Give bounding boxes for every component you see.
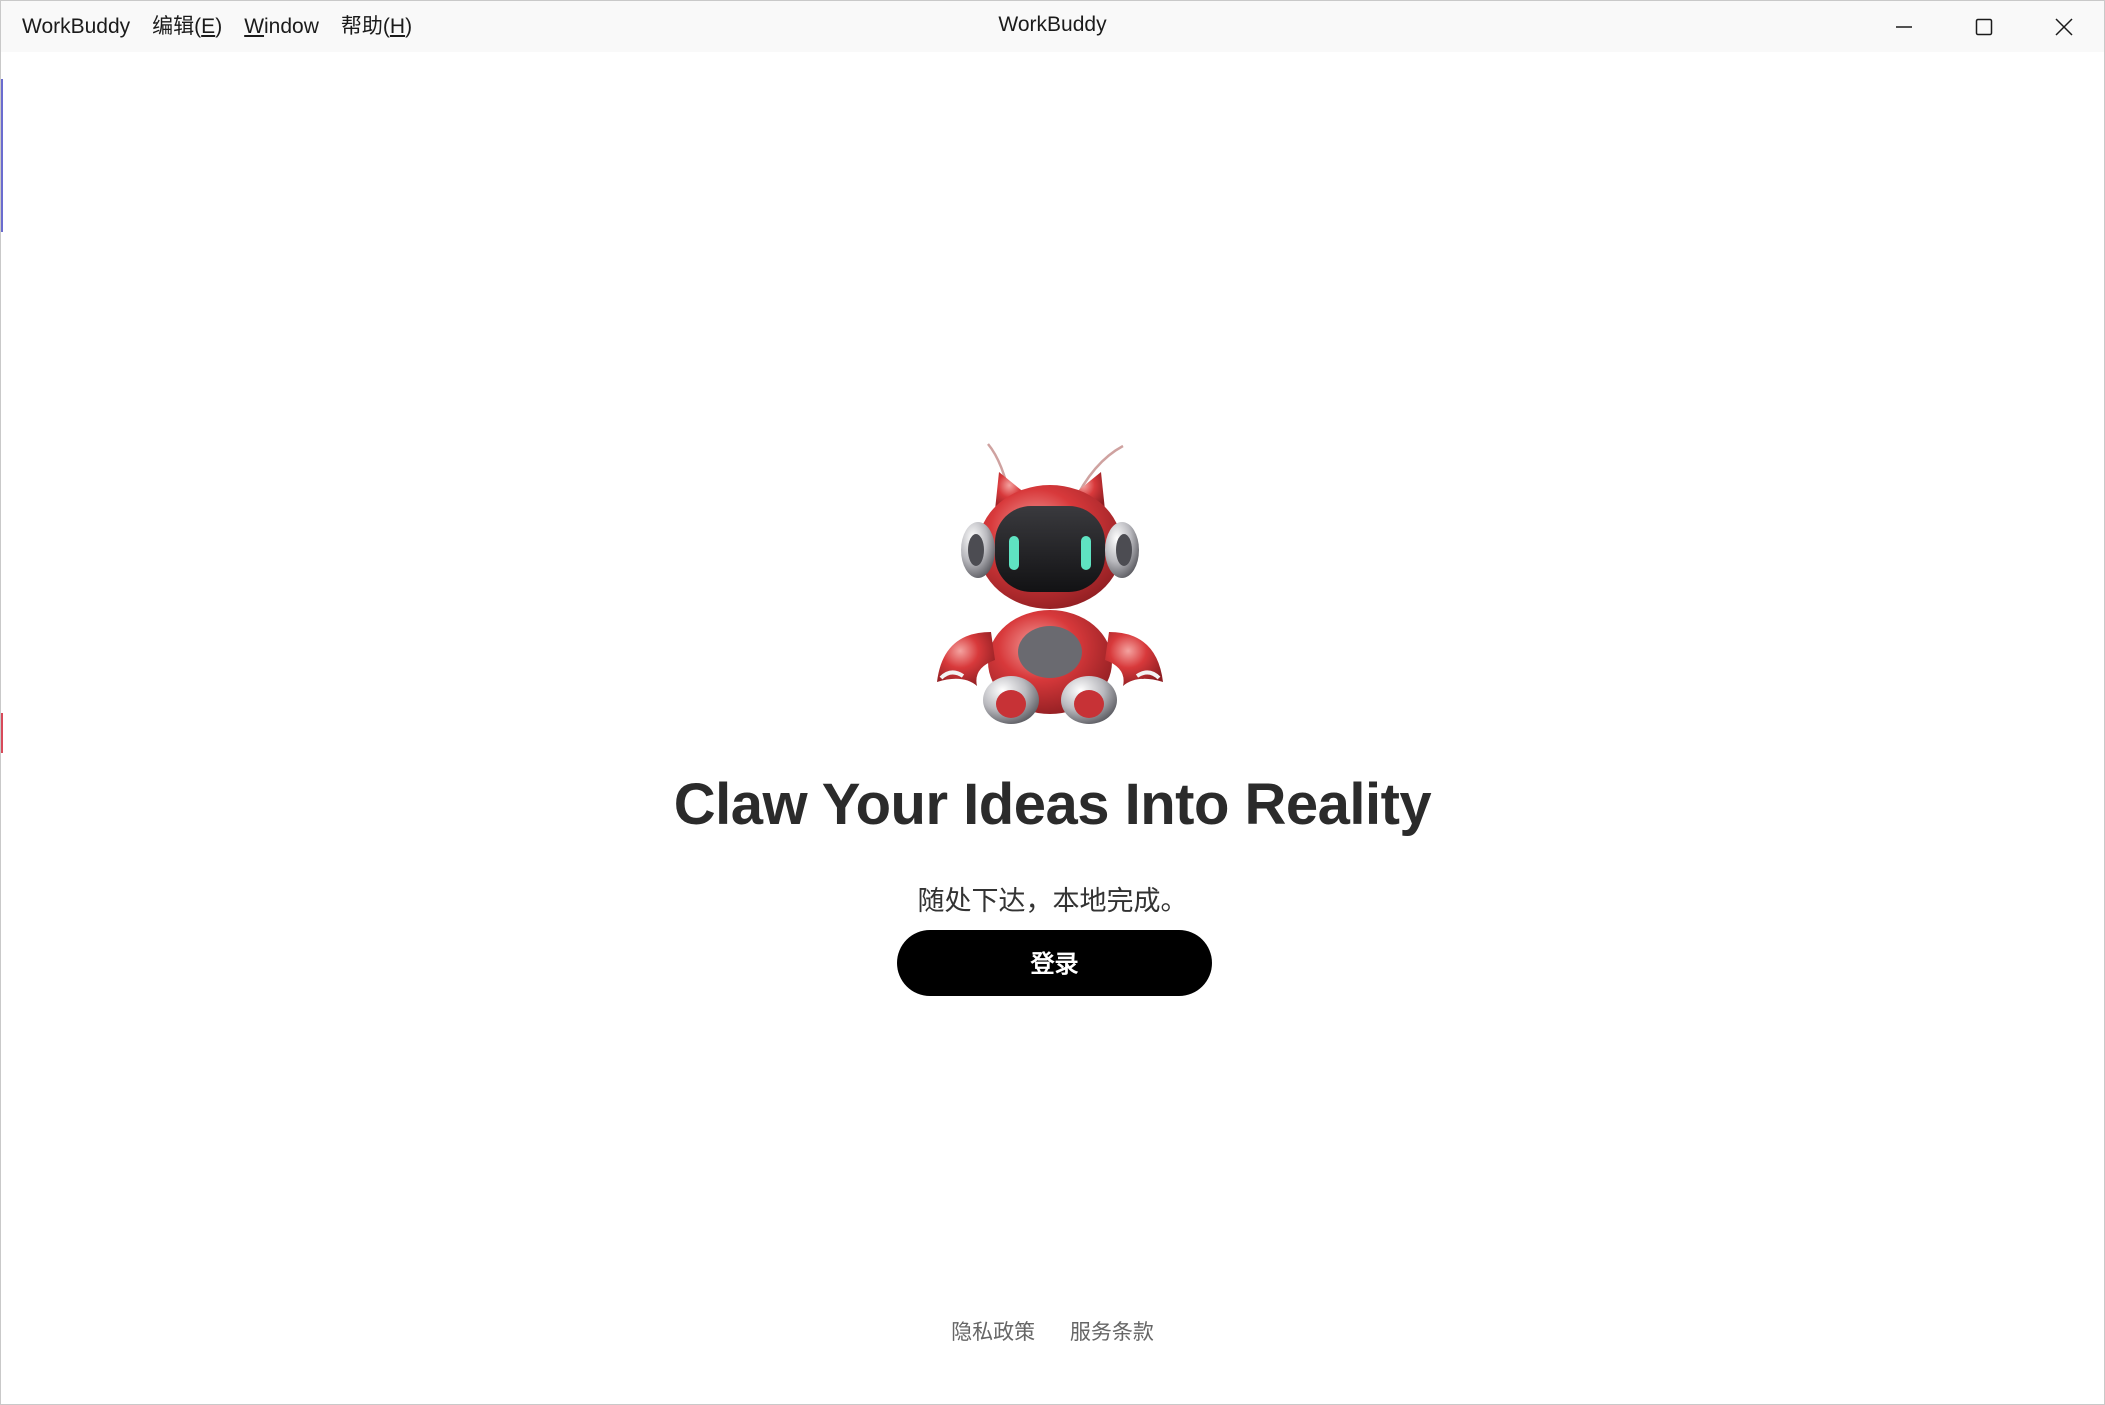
minimize-icon (1896, 25, 1912, 28)
menu-item-mnemonic: H (389, 15, 406, 38)
privacy-policy-link[interactable]: 隐私政策 (951, 1320, 1035, 1344)
menu-item-suffix: indow (264, 15, 319, 38)
menu-item-suffix: ) (405, 15, 413, 38)
menu-item-label: 帮助( (340, 15, 390, 38)
menu-item-mnemonic: E (201, 15, 216, 38)
menu-item-label: WorkBuddy (22, 15, 131, 38)
close-button[interactable] (2024, 1, 2104, 52)
maximize-icon (1975, 18, 1993, 35)
login-button[interactable]: 登录 (897, 930, 1212, 996)
window-controls (1864, 1, 2104, 52)
menu-item-label: 编辑( (152, 15, 202, 38)
robot-crab-mascot-icon (937, 443, 1163, 724)
minimize-button[interactable] (1864, 1, 1944, 52)
headline: Claw Your Ideas Into Reality (673, 772, 1432, 837)
footer-links: 隐私政策 服务条款 (1, 1316, 2104, 1346)
menu-item-edit[interactable]: 编辑(E) (141, 1, 233, 52)
menu-bar: WorkBuddy 编辑(E) Window 帮助(H) (11, 1, 423, 52)
close-icon (2055, 17, 2073, 36)
terms-of-service-link[interactable]: 服务条款 (1070, 1320, 1154, 1344)
menu-item-mnemonic: W (244, 15, 265, 38)
menu-item-suffix: ) (215, 15, 223, 38)
main-content: Claw Your Ideas Into Reality 随处下达，本地完成。 … (1, 52, 2104, 1404)
menu-item-help[interactable]: 帮助(H) (330, 1, 423, 52)
subtitle: 随处下达，本地完成。 (917, 886, 1188, 917)
title-bar: WorkBuddy 编辑(E) Window 帮助(H) WorkBuddy (1, 1, 2104, 52)
app-window: WorkBuddy 编辑(E) Window 帮助(H) WorkBuddy C… (0, 0, 2105, 1405)
maximize-button[interactable] (1944, 1, 2024, 52)
menu-item-window[interactable]: Window (233, 1, 330, 52)
menu-item-workbuddy[interactable]: WorkBuddy (11, 1, 141, 52)
